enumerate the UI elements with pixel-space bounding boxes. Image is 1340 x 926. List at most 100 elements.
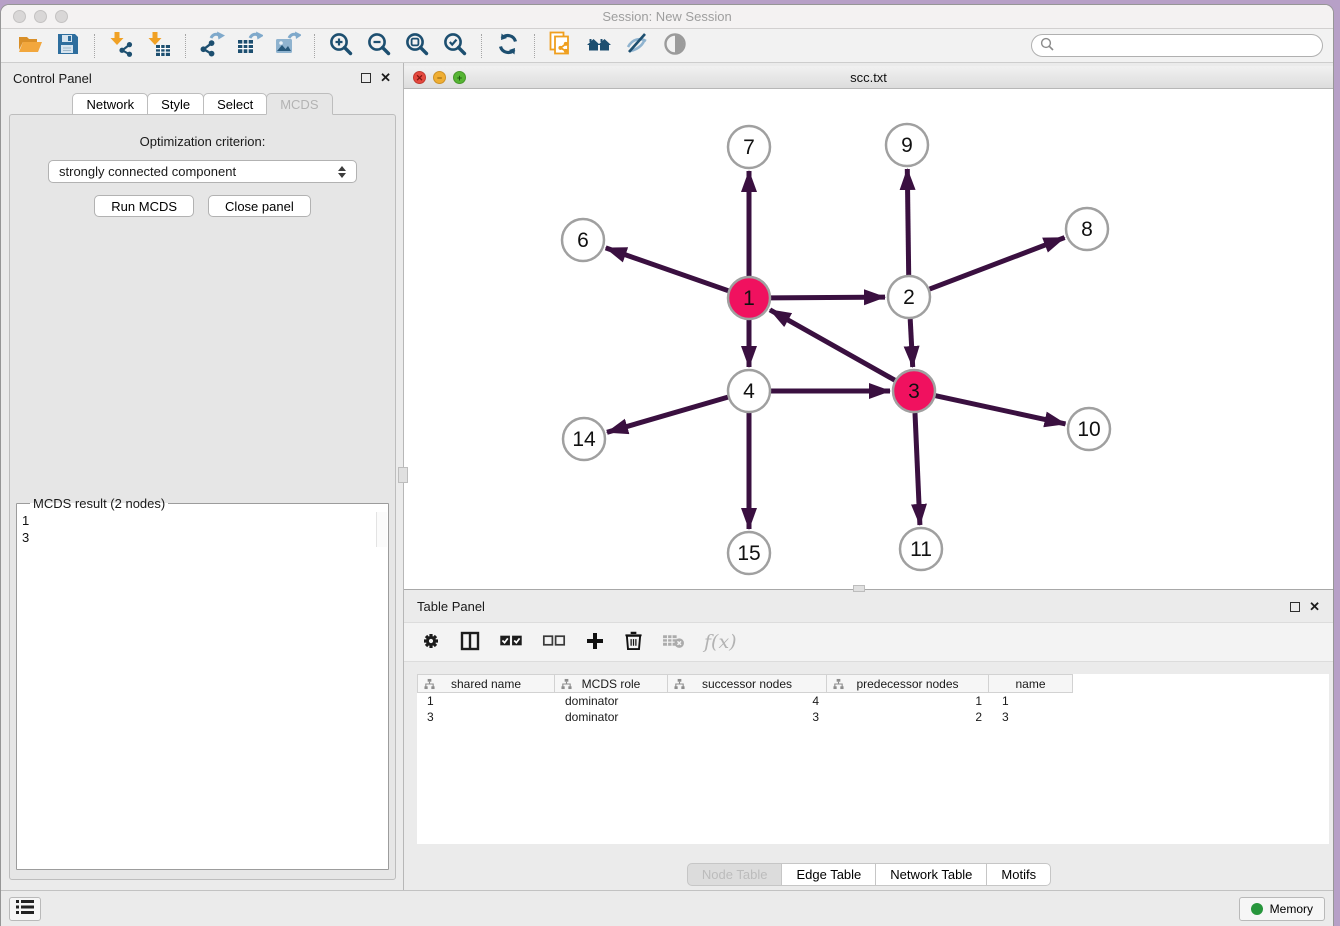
zoom-fit-button[interactable] <box>398 31 436 61</box>
status-bar: Memory <box>1 890 1333 926</box>
graph-node-1[interactable]: 1 <box>728 277 770 319</box>
tab-mcds[interactable]: MCDS <box>266 93 332 115</box>
float-panel-icon[interactable] <box>361 73 371 83</box>
graph-node-14[interactable]: 14 <box>563 418 605 460</box>
run-mcds-button[interactable]: Run MCDS <box>94 195 194 217</box>
export-table-icon <box>237 31 263 60</box>
table-row[interactable]: 1dominator411 <box>417 693 1329 709</box>
select-chevrons-icon <box>338 166 346 178</box>
optimization-criterion-label: Optimization criterion: <box>10 134 395 149</box>
graph-svg: 7 9 6 8 1 2 4 3 14 10 15 11 <box>404 89 1333 589</box>
task-history-button[interactable] <box>9 897 41 921</box>
graph-node-9[interactable]: 9 <box>886 124 928 166</box>
right-column: ✕ − + scc.txt 7 9 6 8 1 2 4 3 14 10 15 11 <box>403 63 1333 890</box>
graph-node-8[interactable]: 8 <box>1066 208 1108 250</box>
tab-network-table[interactable]: Network Table <box>875 863 987 886</box>
graph-edge-3-1[interactable] <box>770 310 895 380</box>
graph-edge-2-3[interactable] <box>910 319 913 367</box>
graph-node-15[interactable]: 15 <box>728 532 770 574</box>
graph-node-7[interactable]: 7 <box>728 126 770 168</box>
graph-node-6[interactable]: 6 <box>562 219 604 261</box>
tab-node-table[interactable]: Node Table <box>687 863 783 886</box>
zoom-selected-button[interactable] <box>436 31 474 61</box>
graph-edge-3-11[interactable] <box>915 413 920 525</box>
mcds-result-text[interactable]: 1 3 <box>22 512 372 546</box>
close-panel-icon[interactable]: ✕ <box>380 73 391 83</box>
network-minimize-button[interactable]: − <box>433 71 446 84</box>
zoom-out-button[interactable] <box>360 31 398 61</box>
deselect-all-columns-button[interactable] <box>542 633 566 651</box>
network-window-title: scc.txt <box>404 70 1333 85</box>
graph-edge-2-9[interactable] <box>907 169 908 275</box>
graph-edge-4-14[interactable] <box>607 397 728 432</box>
select-all-columns-button[interactable] <box>499 633 523 651</box>
export-table-button[interactable] <box>231 31 269 61</box>
import-network-button[interactable] <box>102 31 140 61</box>
float-table-panel-icon[interactable] <box>1290 602 1300 612</box>
column-header-predecessor-nodes[interactable]: predecessor nodes <box>826 674 989 693</box>
hierarchy-icon <box>833 678 844 693</box>
trash-icon <box>624 630 643 654</box>
column-header-successor-nodes[interactable]: successor nodes <box>667 674 827 693</box>
network-maximize-button[interactable]: + <box>453 71 466 84</box>
column-header-shared-name[interactable]: shared name <box>417 674 555 693</box>
clone-network-button[interactable] <box>542 31 580 61</box>
graph-edge-1-2[interactable] <box>771 297 885 298</box>
search-input[interactable] <box>1059 39 1314 53</box>
tab-motifs[interactable]: Motifs <box>986 863 1051 886</box>
minimize-window-button[interactable] <box>34 10 47 23</box>
eye-icon <box>662 31 688 60</box>
svg-text:3: 3 <box>908 380 920 403</box>
graph-edge-1-6[interactable] <box>606 248 729 291</box>
table-panel: Table Panel ✕ f(x) s <box>404 590 1333 890</box>
network-close-button[interactable]: ✕ <box>413 71 426 84</box>
column-header-name[interactable]: name <box>988 674 1073 693</box>
first-neighbors-button[interactable] <box>580 31 618 61</box>
result-scrollbar[interactable] <box>376 512 387 547</box>
table-cell: 1 <box>992 694 1077 708</box>
tab-network[interactable]: Network <box>72 93 148 115</box>
svg-text:4: 4 <box>743 380 755 403</box>
close-table-panel-icon[interactable]: ✕ <box>1309 602 1320 612</box>
tab-select[interactable]: Select <box>203 93 267 115</box>
open-folder-icon <box>17 31 43 60</box>
close-panel-button[interactable]: Close panel <box>208 195 311 217</box>
zoom-window-button[interactable] <box>55 10 68 23</box>
import-table-button[interactable] <box>140 31 178 61</box>
graph-node-11[interactable]: 11 <box>900 528 942 570</box>
open-session-button[interactable] <box>11 31 49 61</box>
table-row[interactable]: 3dominator323 <box>417 709 1329 725</box>
vertical-splitter-handle[interactable] <box>398 467 408 483</box>
search-field[interactable] <box>1031 34 1323 57</box>
svg-text:10: 10 <box>1077 418 1100 441</box>
column-header-MCDS-role[interactable]: MCDS role <box>554 674 668 693</box>
tab-style[interactable]: Style <box>147 93 204 115</box>
graph-edge-2-8[interactable] <box>930 238 1065 290</box>
network-canvas[interactable]: 7 9 6 8 1 2 4 3 14 10 15 11 <box>404 89 1333 589</box>
hide-graphics-details-button[interactable] <box>618 31 656 61</box>
memory-button[interactable]: Memory <box>1239 897 1325 921</box>
graph-node-10[interactable]: 10 <box>1068 408 1110 450</box>
show-columns-button[interactable] <box>460 631 480 654</box>
graph-edge-3-10[interactable] <box>936 396 1066 424</box>
save-session-button[interactable] <box>49 31 87 61</box>
close-window-button[interactable] <box>13 10 26 23</box>
delete-column-button[interactable] <box>624 630 643 654</box>
export-image-icon <box>275 31 301 60</box>
export-image-button[interactable] <box>269 31 307 61</box>
graph-node-4[interactable]: 4 <box>728 370 770 412</box>
gear-icon <box>421 631 441 654</box>
mcds-tab-panel: Optimization criterion: strongly connect… <box>9 114 396 880</box>
horizontal-splitter-handle[interactable] <box>853 585 865 592</box>
zoom-in-button[interactable] <box>322 31 360 61</box>
table-settings-button[interactable] <box>421 631 441 654</box>
export-network-button[interactable] <box>193 31 231 61</box>
add-column-button[interactable] <box>585 631 605 654</box>
svg-text:9: 9 <box>901 134 913 157</box>
criterion-select[interactable]: strongly connected component <box>48 160 357 183</box>
graph-node-2[interactable]: 2 <box>888 276 930 318</box>
graph-node-3[interactable]: 3 <box>893 370 935 412</box>
apply-layout-button[interactable] <box>489 31 527 61</box>
svg-text:15: 15 <box>737 542 760 565</box>
tab-edge-table[interactable]: Edge Table <box>781 863 876 886</box>
